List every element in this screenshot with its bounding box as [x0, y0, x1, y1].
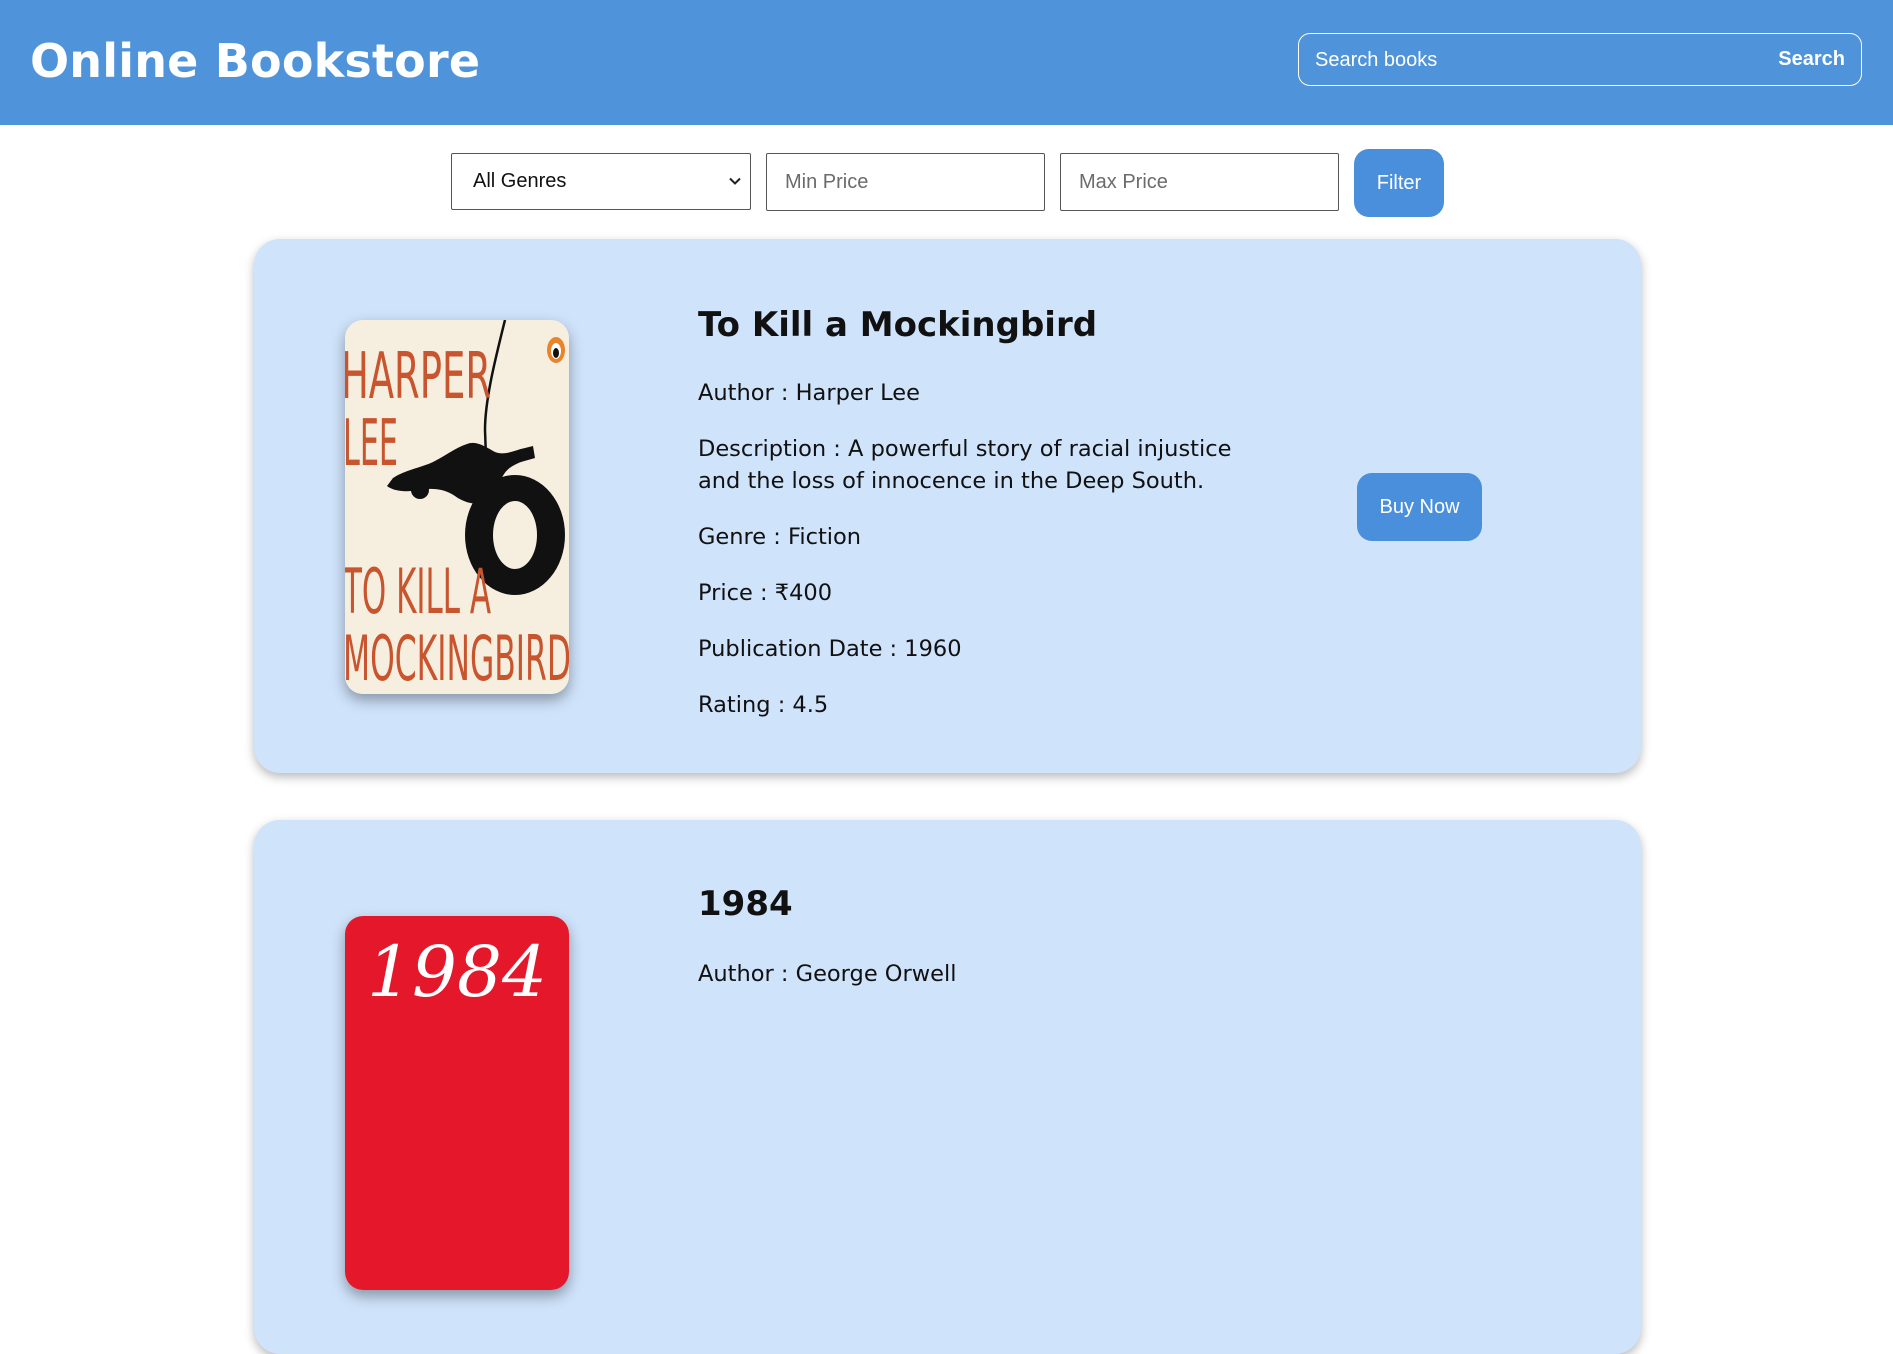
cover-author-line2: LEE [345, 407, 398, 481]
search-bar: Search [1298, 33, 1862, 86]
book-cover-image: HARPER LEE TO KILL A MOCKINGBIRD [345, 320, 569, 694]
book-genre: Genre : Fiction [698, 524, 862, 550]
search-input[interactable] [1313, 34, 1747, 86]
site-title: Online Bookstore [30, 34, 481, 88]
book-author: Author : Harper Lee [698, 380, 920, 406]
book-rating: Rating : 4.5 [698, 692, 829, 718]
genre-select[interactable]: All Genres [451, 153, 751, 210]
genre-selected-value: All Genres [473, 170, 567, 192]
cover-title-line2: MOCKINGBIRD [345, 622, 569, 694]
cover-title: 1984 [367, 931, 547, 1013]
buy-now-button[interactable]: Buy Now [1357, 473, 1482, 541]
cover-author-line1: HARPER [345, 340, 491, 414]
book-description: Description : A powerful story of racial… [698, 436, 1232, 494]
book-card: HARPER LEE TO KILL A MOCKINGBIRD To Kill… [254, 239, 1641, 773]
penguin-logo-icon [547, 337, 565, 363]
book-author: Author : George Orwell [698, 961, 957, 987]
book-title: To Kill a Mockingbird [698, 305, 1098, 345]
book-title: 1984 [698, 884, 793, 924]
book-cover-image: 1984 [345, 916, 569, 1290]
chevron-down-icon [729, 177, 741, 185]
filter-button[interactable]: Filter [1354, 149, 1444, 217]
book-publication-date: Publication Date : 1960 [698, 636, 962, 662]
header-bar: Online Bookstore Search [0, 0, 1893, 125]
nineteen-eighty-four-cover-art: 1984 [345, 916, 569, 1290]
book-price: Price : ₹400 [698, 580, 833, 606]
mockingbird-cover-art: HARPER LEE TO KILL A MOCKINGBIRD [345, 320, 569, 694]
cover-title-line1: TO KILL A [345, 555, 491, 628]
filter-bar: All Genres Filter [0, 149, 1893, 217]
search-button[interactable]: Search [1778, 34, 1845, 84]
min-price-input[interactable] [766, 153, 1045, 211]
book-card: 1984 1984 Author : George Orwell [254, 820, 1641, 1354]
max-price-input[interactable] [1060, 153, 1339, 211]
